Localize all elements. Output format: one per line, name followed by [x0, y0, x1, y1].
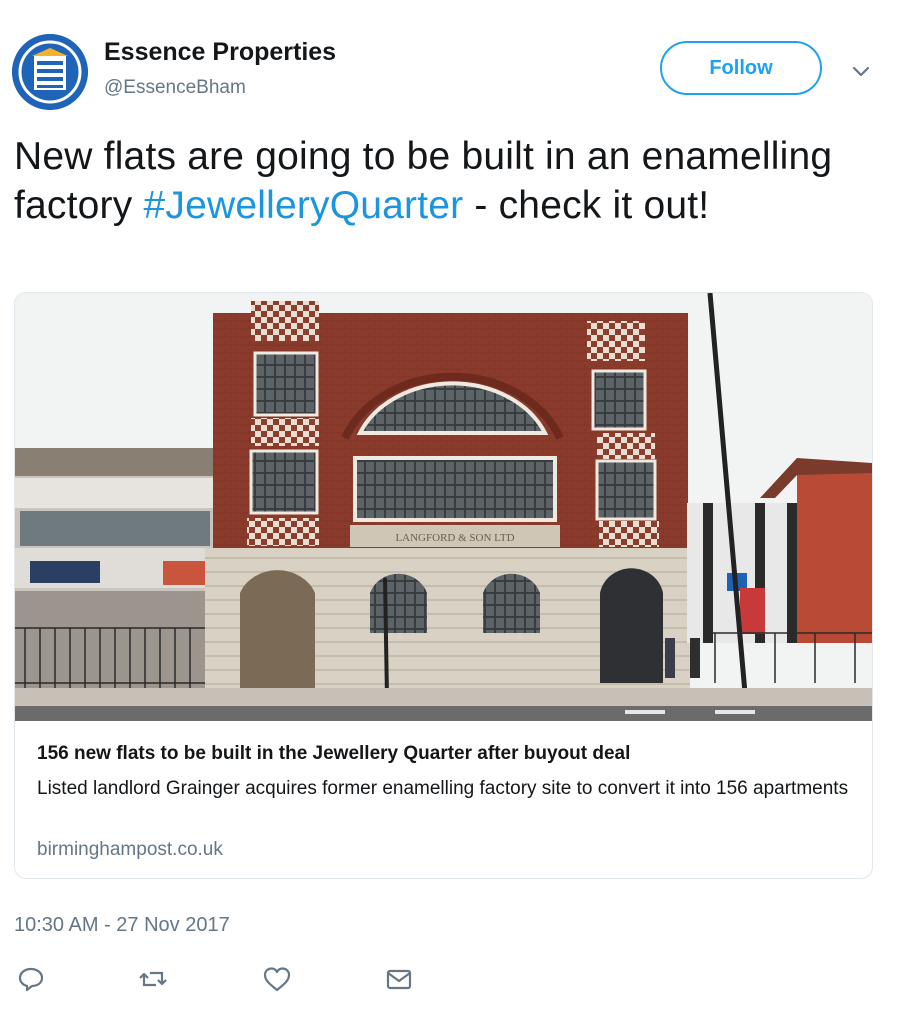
svg-text:LANGFORD & SON LTD: LANGFORD & SON LTD — [395, 532, 514, 544]
essence-logo-icon — [12, 34, 88, 110]
card-description: Listed landlord Grainger acquires former… — [37, 778, 849, 799]
hashtag-link[interactable]: #JewelleryQuarter — [143, 184, 463, 227]
tweet-text: New flats are going to be built in an en… — [14, 132, 884, 230]
follow-button[interactable]: Follow — [660, 41, 822, 95]
tweet-text-end: - check it out! — [463, 184, 710, 227]
message-icon[interactable] — [384, 964, 414, 994]
link-card[interactable]: LANGFORD & SON LTD 156 new flats to be b… — [14, 292, 873, 879]
like-icon[interactable] — [262, 964, 292, 994]
author-name[interactable]: Essence Properties — [104, 38, 336, 67]
avatar[interactable] — [12, 34, 88, 110]
chevron-down-icon[interactable] — [850, 60, 872, 82]
retweet-icon[interactable] — [138, 964, 168, 994]
card-domain[interactable]: birminghampost.co.uk — [37, 839, 223, 861]
author-handle[interactable]: @EssenceBham — [104, 77, 246, 99]
timestamp[interactable]: 10:30 AM - 27 Nov 2017 — [14, 914, 230, 937]
card-image[interactable]: LANGFORD & SON LTD — [15, 293, 872, 721]
reply-icon[interactable] — [16, 964, 46, 994]
card-title[interactable]: 156 new flats to be built in the Jewelle… — [37, 743, 630, 765]
